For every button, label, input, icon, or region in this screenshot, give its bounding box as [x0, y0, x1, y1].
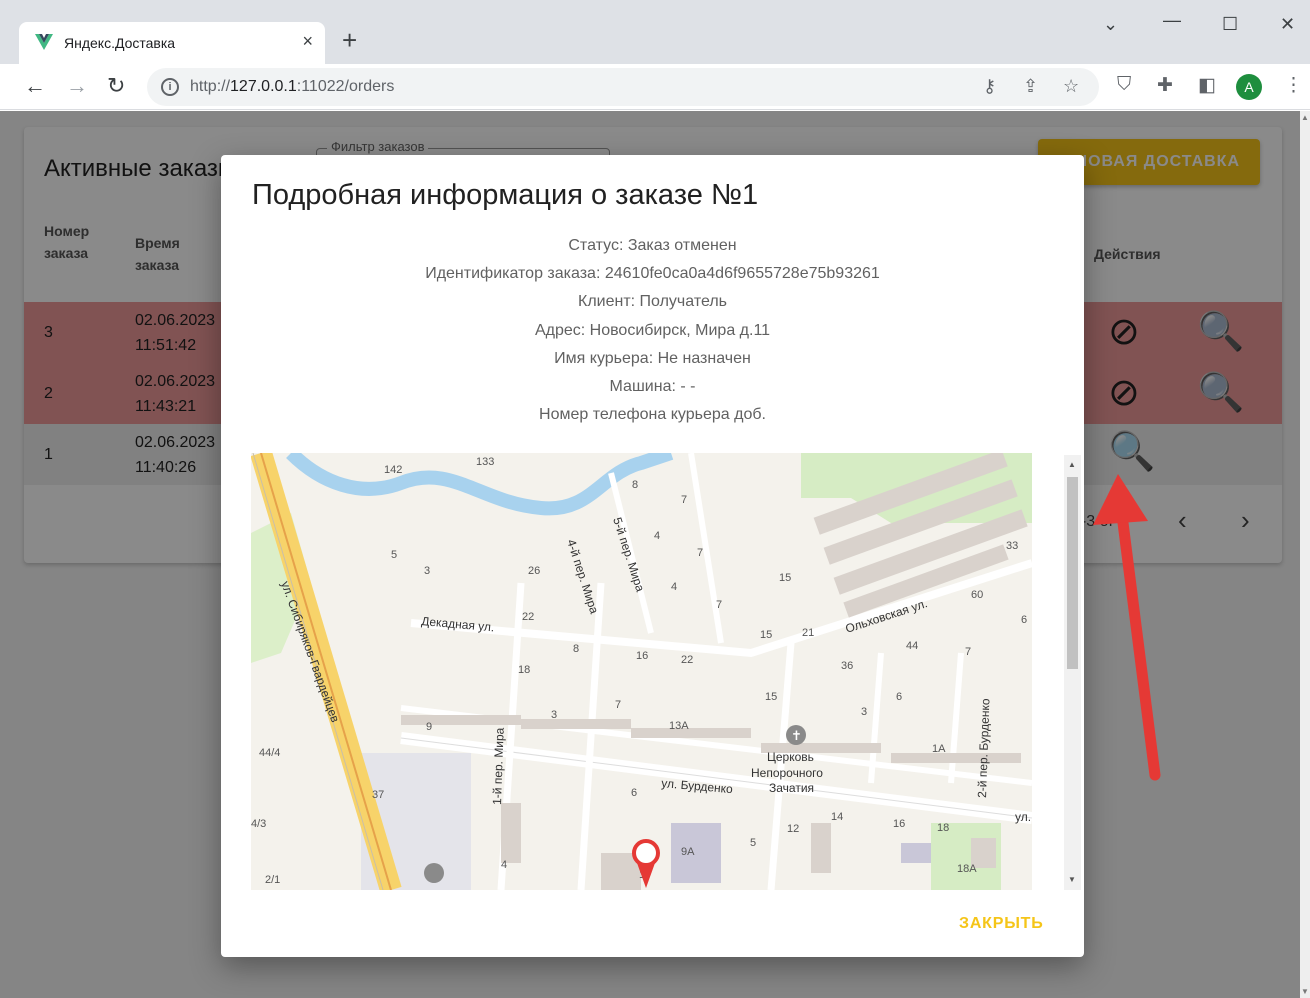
annotation-arrow-icon: [1093, 474, 1161, 781]
